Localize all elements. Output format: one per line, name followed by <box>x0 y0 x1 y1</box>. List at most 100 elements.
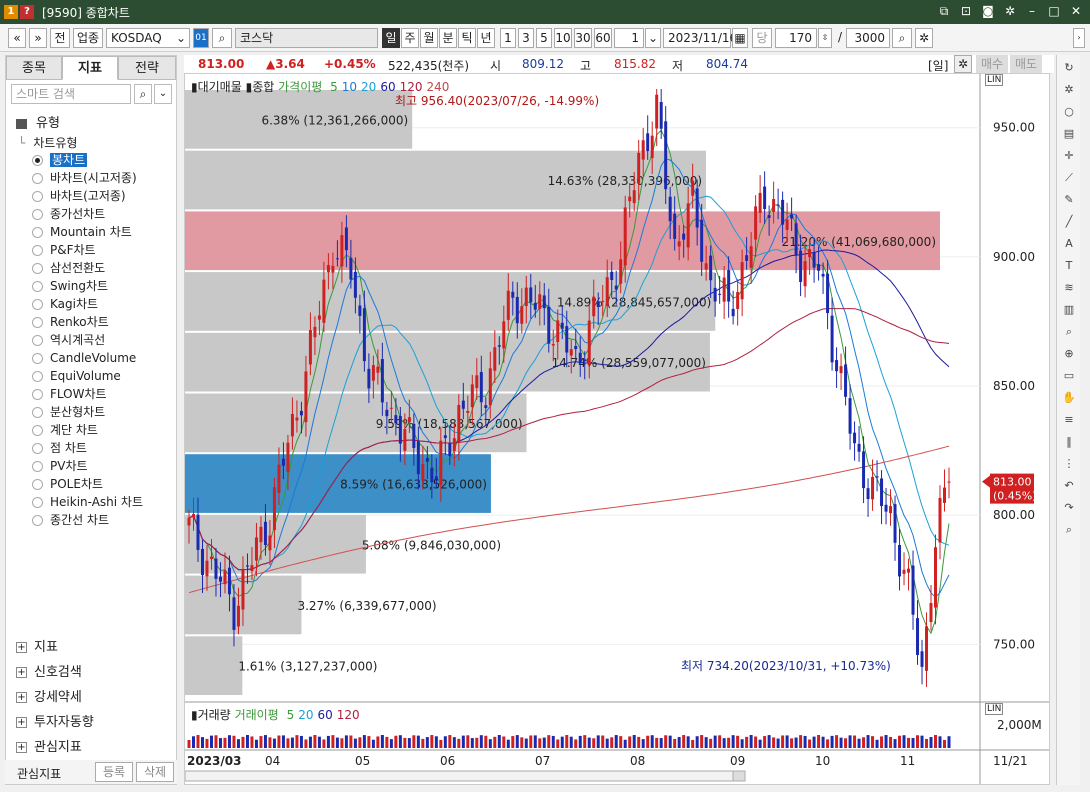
minute-button-10[interactable]: 10 <box>554 28 572 48</box>
stepper-icon[interactable]: ⇳ <box>818 28 832 48</box>
zoom-icon[interactable]: ⌕ <box>892 28 912 48</box>
market-select[interactable]: KOSDAQ ⌄ <box>106 28 190 48</box>
tab-stock[interactable]: 종목 <box>6 56 62 80</box>
code-button[interactable]: 01 <box>193 28 209 48</box>
gear-icon[interactable]: ✲ <box>1060 81 1078 99</box>
minute-button-1[interactable]: 1 <box>500 28 516 48</box>
chart-type-item[interactable]: 삼선전환도 <box>32 260 105 277</box>
chart-type-item[interactable]: FLOW차트 <box>32 386 107 403</box>
radio-icon[interactable] <box>32 173 43 184</box>
section-1[interactable]: + 신호검색 <box>16 661 82 680</box>
radio-icon[interactable] <box>32 245 43 256</box>
expand-plus-icon[interactable]: + <box>16 642 27 653</box>
pen-icon[interactable]: ✎ <box>1060 191 1078 209</box>
circle-icon[interactable]: ○ <box>1060 103 1078 121</box>
axis-scale-tag[interactable]: LIN <box>985 74 1004 86</box>
register-button[interactable]: 등록 <box>95 762 133 782</box>
chart-type-item[interactable]: 역시계곡선 <box>32 332 105 349</box>
minute-button-60[interactable]: 60 <box>594 28 612 48</box>
ruler-icon[interactable]: ≡ <box>1060 411 1078 429</box>
chart-type-item[interactable]: CandleVolume <box>32 350 136 367</box>
bar-count-field[interactable]: 170 <box>775 28 817 48</box>
delete-button[interactable]: 삭제 <box>136 762 174 782</box>
bars-icon[interactable]: ▥ <box>1060 301 1078 319</box>
zoom-icon[interactable]: ⌕ <box>1060 323 1078 341</box>
count-dropdown-icon[interactable]: ⌄ <box>645 28 661 48</box>
radio-icon[interactable] <box>32 425 43 436</box>
chart-type-item[interactable]: PV차트 <box>32 458 88 475</box>
total-field[interactable]: 3000 <box>846 28 890 48</box>
fibo-icon[interactable]: ≋ <box>1060 279 1078 297</box>
chart-type-item[interactable]: 바차트(고저종) <box>32 188 126 205</box>
gear-icon[interactable]: ✲ <box>1002 3 1018 19</box>
chart-type-item[interactable]: 봉차트 <box>32 152 88 169</box>
capture-icon[interactable]: ⊡ <box>958 3 974 19</box>
zoom-in-icon[interactable]: ⊕ <box>1060 345 1078 363</box>
crosshair-icon[interactable]: ✛ <box>1060 147 1078 165</box>
radio-icon[interactable] <box>32 461 43 472</box>
minute-button-3[interactable]: 3 <box>518 28 534 48</box>
chart-type-item[interactable]: Mountain 차트 <box>32 224 132 241</box>
prev-button[interactable]: « <box>8 28 26 48</box>
buy-button[interactable]: 매수 <box>976 55 1008 73</box>
chart-type-item[interactable]: POLE차트 <box>32 476 103 493</box>
radio-icon[interactable] <box>32 263 43 274</box>
chart-type-item[interactable]: EquiVolume <box>32 368 121 385</box>
radio-icon[interactable] <box>32 443 43 454</box>
smart-search-input[interactable]: 스마트 검색 <box>11 84 131 104</box>
tree-group[interactable]: └ 차트유형 <box>18 134 77 151</box>
refresh-icon[interactable]: ↻ <box>1060 59 1078 77</box>
period-button-4[interactable]: 틱 <box>458 28 476 48</box>
radio-icon[interactable] <box>32 209 43 220</box>
expand-plus-icon[interactable]: + <box>16 742 27 753</box>
radio-icon[interactable] <box>32 479 43 490</box>
chart-type-item[interactable]: P&F차트 <box>32 242 96 259</box>
help-badge[interactable]: ? <box>20 5 34 19</box>
section-3[interactable]: + 투자자동향 <box>16 711 94 730</box>
chart-settings-icon[interactable]: ✲ <box>954 55 972 73</box>
chart-area[interactable]: 6.38% (12,361,266,000) 14.63% (28,330,396… <box>184 73 1050 785</box>
redo-icon[interactable]: ↷ <box>1060 499 1078 517</box>
chart-type-item[interactable]: 점 차트 <box>32 440 87 457</box>
minute-button-5[interactable]: 5 <box>536 28 552 48</box>
name-field[interactable]: 코스닥 <box>235 28 378 48</box>
grid-icon[interactable]: ⋮ <box>1060 455 1078 473</box>
count-field[interactable]: 1 <box>614 28 644 48</box>
radio-icon[interactable] <box>32 389 43 400</box>
columns-icon[interactable]: ‖ <box>1060 433 1078 451</box>
minimize-icon[interactable]: – <box>1024 3 1040 19</box>
volume-scale-tag[interactable]: LIN <box>985 703 1004 715</box>
trend-icon[interactable]: ⟋ <box>1060 169 1078 187</box>
expand-plus-icon[interactable]: + <box>16 692 27 703</box>
period-button-0[interactable]: 일 <box>382 28 400 48</box>
radio-icon[interactable] <box>32 227 43 238</box>
chart-type-item[interactable]: 바차트(시고저종) <box>32 170 137 187</box>
expand-icon[interactable]: › <box>1073 28 1085 48</box>
expand-plus-icon[interactable]: + <box>16 717 27 728</box>
period-button-1[interactable]: 주 <box>401 28 419 48</box>
scroll-thumb[interactable] <box>732 770 746 782</box>
radio-icon[interactable] <box>32 353 43 364</box>
chart-type-item[interactable]: 종간선 차트 <box>32 512 109 529</box>
expand-plus-icon[interactable]: + <box>16 667 27 678</box>
minute-button-30[interactable]: 30 <box>574 28 592 48</box>
radio-icon[interactable] <box>32 497 43 508</box>
radio-icon[interactable] <box>32 515 43 526</box>
undo-icon[interactable]: ↶ <box>1060 477 1078 495</box>
section-2[interactable]: + 강세약세 <box>16 686 82 705</box>
price-chart[interactable]: 6.38% (12,361,266,000) 14.63% (28,330,396… <box>184 74 1049 784</box>
radio-icon[interactable] <box>32 299 43 310</box>
close-icon[interactable]: ✕ <box>1068 3 1084 19</box>
period-button-2[interactable]: 월 <box>420 28 438 48</box>
chart-icon[interactable]: ▤ <box>1060 125 1078 143</box>
hand-icon[interactable]: ✋ <box>1060 389 1078 407</box>
all-button[interactable]: 전 <box>50 28 70 48</box>
radio-icon[interactable] <box>32 407 43 418</box>
collapse-icon[interactable]: ⌄ <box>154 84 172 104</box>
tab-indicator[interactable]: 지표 <box>62 56 118 80</box>
chart-type-item[interactable]: Heikin-Ashi 차트 <box>32 494 143 511</box>
radio-icon[interactable] <box>32 191 43 202</box>
sell-button[interactable]: 매도 <box>1010 55 1042 73</box>
period-button-3[interactable]: 분 <box>439 28 457 48</box>
radio-icon[interactable] <box>32 335 43 346</box>
